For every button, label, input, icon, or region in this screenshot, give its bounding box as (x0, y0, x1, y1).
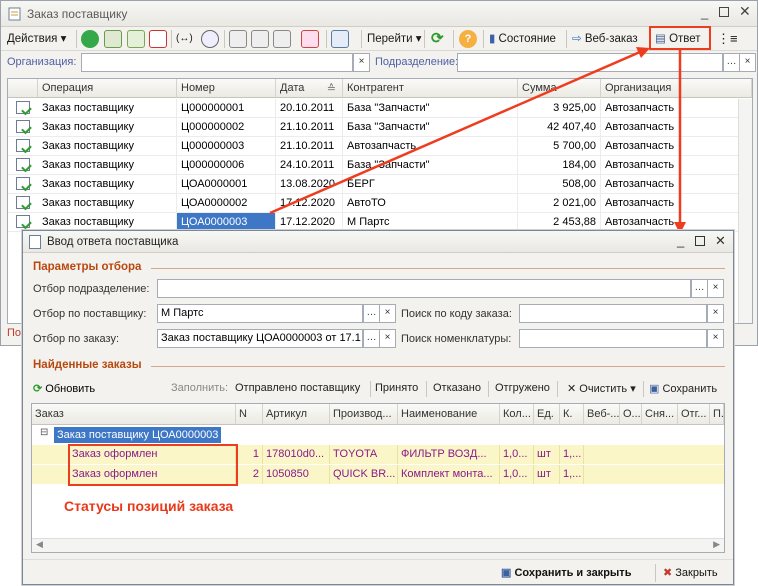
close-label: Закрыть (675, 567, 718, 579)
refresh-label: Обновить (45, 383, 96, 395)
found-toolbar: ⟳ Обновить Заполнить: Отправлено поставщ… (23, 379, 733, 399)
filter-order-x-icon[interactable]: × (379, 329, 396, 348)
column-header-name[interactable]: Наименование (398, 404, 500, 425)
save-close-button[interactable]: ▣ Сохранить и закрыть (501, 566, 631, 579)
x-icon: ✕ (567, 383, 577, 395)
cell-n: 1 (236, 445, 263, 464)
filter-order-input[interactable]: Заказ поставщику ЦОА0000003 от 17.1 (157, 329, 363, 348)
column-header-n[interactable]: N (236, 404, 263, 425)
search-nom-input[interactable] (519, 329, 707, 348)
group-row[interactable]: ⊟ Заказ поставщику ЦОА0000003 (32, 426, 724, 444)
column-header-unit[interactable]: Ед. (534, 404, 560, 425)
refresh-icon: ⟳ (33, 383, 43, 395)
cell-name: ФИЛЬТР ВОЗД... (398, 445, 500, 464)
close-footer-button[interactable]: ✖ Закрыть (663, 566, 718, 579)
save-icon: ▣ (501, 567, 512, 579)
document-icon (29, 235, 41, 249)
divider (151, 366, 725, 367)
section-title-found: Найденные заказы (33, 359, 142, 371)
maximize-button[interactable] (695, 236, 705, 246)
filter-dept-x-icon[interactable]: × (707, 279, 724, 298)
filter-dept-select-icon[interactable]: … (691, 279, 708, 298)
section-title-params: Параметры отбора (33, 261, 142, 273)
cell-maker: TOYOTA (330, 445, 398, 464)
filter-dept-input[interactable] (157, 279, 691, 298)
filter-order-label: Отбор по заказу: (33, 333, 120, 345)
divider (488, 381, 489, 397)
column-header-p[interactable]: П... (710, 404, 724, 425)
fill-label: Заполнить: (171, 382, 229, 394)
cell-empty (584, 445, 724, 464)
column-header-removed[interactable]: Сня... (642, 404, 678, 425)
divider (151, 268, 725, 269)
column-header-o[interactable]: О... (620, 404, 642, 425)
save-close-label: Сохранить и закрыть (514, 567, 632, 579)
filter-supplier-x-icon[interactable]: × (379, 304, 396, 323)
close-icon: ✖ (663, 567, 673, 579)
cell-n: 2 (236, 465, 263, 484)
column-header-maker[interactable]: Производ... (330, 404, 398, 425)
column-header-shipped[interactable]: Отг... (678, 404, 710, 425)
save-button[interactable]: ▣ Сохранить (649, 382, 717, 395)
column-header-k[interactable]: К. (560, 404, 584, 425)
divider (655, 564, 656, 582)
cell-article: 1050850 (263, 465, 330, 484)
highlight-status-cells (68, 444, 238, 486)
cell-article: 178010d0... (263, 445, 330, 464)
filter-supplier-label: Отбор по поставщику: (33, 308, 147, 320)
cell-k: 1,... (560, 445, 584, 464)
cell-unit: шт (534, 445, 560, 464)
horizontal-scrollbar[interactable]: ◀ ▶ (32, 538, 724, 552)
group-row-label: Заказ поставщику ЦОА0000003 (54, 427, 222, 443)
close-button[interactable]: ✕ (715, 233, 726, 249)
search-code-label: Поиск по коду заказа: (401, 308, 512, 320)
shipped-button[interactable]: Отгружено (495, 382, 550, 394)
sent-button[interactable]: Отправлено поставщику (235, 382, 360, 394)
cell-empty (584, 465, 724, 484)
divider (557, 381, 558, 397)
cell-qty: 1,0... (500, 445, 534, 464)
save-label: Сохранить (662, 383, 718, 395)
divider (370, 381, 371, 397)
accepted-button[interactable]: Принято (375, 382, 418, 394)
search-nom-x-icon[interactable]: × (707, 329, 724, 348)
annotation-label: Статусы позиций заказа (64, 498, 234, 514)
search-code-x-icon[interactable]: × (707, 304, 724, 323)
filter-order-select-icon[interactable]: … (363, 329, 380, 348)
supplier-answer-window: Ввод ответа поставщика _ ✕ Параметры отб… (22, 230, 734, 585)
clear-menu[interactable]: ✕ Очистить ▾ (567, 382, 636, 395)
rejected-button[interactable]: Отказано (433, 382, 481, 394)
title-bar: Ввод ответа поставщика _ ✕ (23, 231, 733, 253)
cell-qty: 1,0... (500, 465, 534, 484)
column-header-order[interactable]: Заказ (32, 404, 236, 425)
refresh-button[interactable]: ⟳ Обновить (33, 382, 95, 395)
window-footer: ▣ Сохранить и закрыть ✖ Закрыть (23, 559, 733, 584)
cell-k: 1,... (560, 465, 584, 484)
window-title: Ввод ответа поставщика (47, 236, 179, 248)
divider (643, 381, 644, 397)
scroll-right-icon[interactable]: ▶ (713, 539, 720, 550)
divider (426, 381, 427, 397)
column-header-web[interactable]: Веб-... (584, 404, 620, 425)
cell-unit: шт (534, 465, 560, 484)
cell-maker: QUICK BR... (330, 465, 398, 484)
collapse-icon[interactable]: ⊟ (40, 427, 48, 438)
search-code-input[interactable] (519, 304, 707, 323)
column-header-article[interactable]: Артикул (263, 404, 330, 425)
scroll-left-icon[interactable]: ◀ (36, 539, 43, 550)
filter-supplier-select-icon[interactable]: … (363, 304, 380, 323)
save-icon: ▣ (649, 383, 660, 395)
search-nom-label: Поиск номенклатуры: (401, 333, 512, 345)
filter-dept-label: Отбор подразделение: (33, 283, 150, 295)
minimize-button[interactable]: _ (677, 233, 684, 248)
clear-label: Очистить (579, 383, 628, 395)
found-orders-table: Заказ N Артикул Производ... Наименование… (31, 403, 725, 553)
column-header-qty[interactable]: Кол... (500, 404, 534, 425)
arrow-line (269, 50, 641, 215)
cell-name: Комплект монта... (398, 465, 500, 484)
filter-supplier-input[interactable]: М Партс (157, 304, 363, 323)
